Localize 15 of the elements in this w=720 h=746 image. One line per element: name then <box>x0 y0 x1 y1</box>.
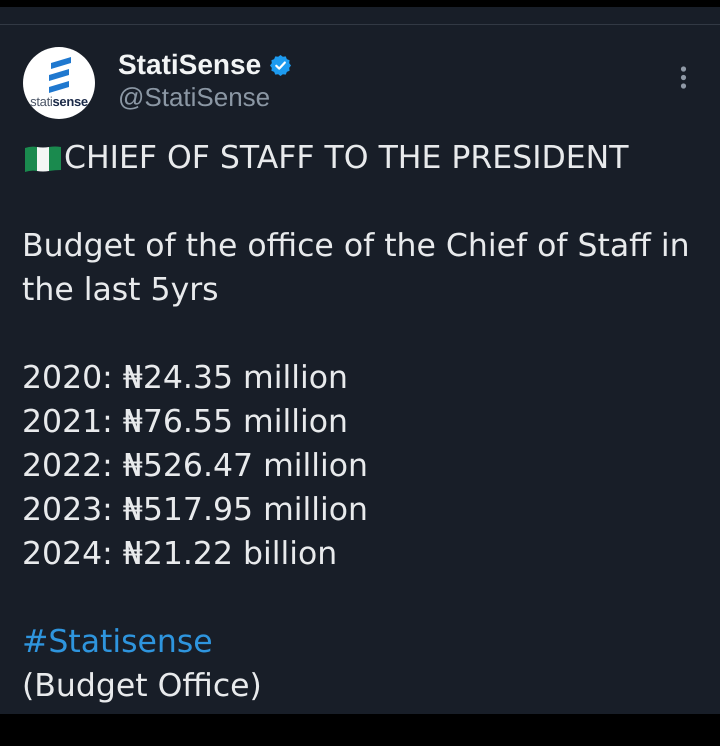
flag-icon <box>24 144 62 172</box>
budget-line: 2022: ₦526.47 million <box>22 447 369 486</box>
logo-text: statisense <box>30 95 88 109</box>
budget-line: 2020: ₦24.35 million <box>22 359 349 398</box>
budget-line: 2023: ₦517.95 million <box>22 491 369 530</box>
more-options-icon[interactable] <box>680 66 687 89</box>
budget-line: 2021: ₦76.55 million <box>22 403 349 442</box>
author-handle: @StatiSense <box>118 81 272 113</box>
logo-icon <box>47 57 73 93</box>
source-text: (Budget Office) <box>22 667 263 706</box>
author-name: StatiSense <box>118 49 262 81</box>
intro-text: Budget of the office of the Chief of Staff in the last 5yrs <box>22 227 691 310</box>
headline-text: CHIEF OF STAFF TO THE PRESIDENT <box>64 139 628 178</box>
hashtag-link[interactable]: #Statisense <box>22 620 213 664</box>
budget-line: 2024: ₦21.22 billion <box>22 535 338 574</box>
